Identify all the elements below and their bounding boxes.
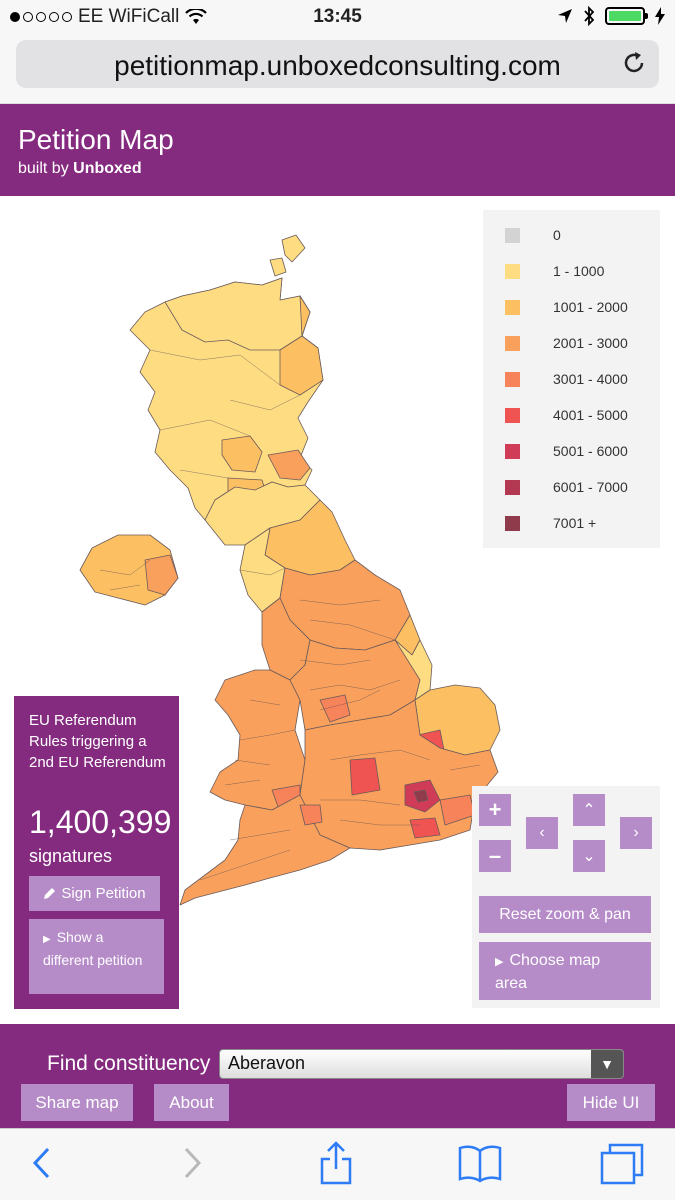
play-triangle-icon: ▶ bbox=[43, 934, 51, 945]
map-region-brighton[interactable] bbox=[409, 817, 441, 839]
browser-chrome: petitionmap.unboxedconsulting.com bbox=[0, 34, 675, 104]
zoom-in-button[interactable]: + bbox=[479, 794, 511, 826]
legend-item: 3001 - 4000 bbox=[505, 369, 628, 389]
petition-title: EU Referendum Rules triggering a 2nd EU … bbox=[29, 712, 166, 771]
legend-label: 6001 - 7000 bbox=[553, 479, 628, 495]
legend-label: 3001 - 4000 bbox=[553, 371, 628, 387]
forward-icon[interactable] bbox=[180, 1145, 204, 1181]
constituency-selected-value: Aberavon bbox=[228, 1053, 306, 1073]
legend-label: 2001 - 3000 bbox=[553, 335, 628, 351]
legend-swatch bbox=[505, 227, 520, 243]
map-region-orkney[interactable] bbox=[269, 257, 287, 277]
pan-left-button[interactable]: ‹ bbox=[526, 817, 558, 849]
sign-petition-label: Sign Petition bbox=[61, 885, 146, 902]
built-by-name[interactable]: Unboxed bbox=[73, 160, 141, 177]
built-by-prefix: built by bbox=[18, 160, 69, 177]
show-different-petition-label: Show a different petition bbox=[43, 929, 143, 968]
legend-swatch bbox=[505, 371, 520, 387]
legend-swatch bbox=[505, 479, 520, 495]
sign-petition-button[interactable]: Sign Petition bbox=[29, 876, 160, 911]
browser-toolbar bbox=[0, 1128, 675, 1200]
about-button[interactable]: About bbox=[154, 1084, 229, 1121]
reset-zoom-button[interactable]: Reset zoom & pan bbox=[479, 896, 651, 933]
play-triangle-icon: ▶ bbox=[495, 956, 504, 968]
map-controls: + – ⌃ ‹ › ⌄ Reset zoom & pan ▶ Choose map… bbox=[472, 786, 660, 1008]
share-map-button[interactable]: Share map bbox=[21, 1084, 133, 1121]
petition-panel: EU Referendum Rules triggering a 2nd EU … bbox=[14, 696, 179, 1009]
minus-icon: – bbox=[488, 843, 502, 868]
back-icon[interactable] bbox=[30, 1145, 54, 1181]
site-header: Petition Map built by Unboxed bbox=[0, 104, 675, 196]
legend-item: 0 bbox=[505, 225, 561, 245]
legend-label: 4001 - 5000 bbox=[553, 407, 628, 423]
status-bar: EE WiFiCall 13:45 bbox=[0, 0, 675, 34]
page-title: Petition Map bbox=[18, 124, 174, 155]
share-icon[interactable] bbox=[318, 1141, 354, 1185]
choose-map-area-button[interactable]: ▶ Choose map area bbox=[479, 942, 651, 1000]
legend-label: 1 - 1000 bbox=[553, 263, 605, 279]
chevron-right-icon: › bbox=[633, 824, 639, 841]
legend-swatch bbox=[505, 443, 520, 459]
location-arrow-icon bbox=[558, 9, 572, 23]
battery-icon bbox=[605, 7, 648, 25]
reload-icon[interactable] bbox=[621, 50, 647, 76]
legend-item: 2001 - 3000 bbox=[505, 333, 628, 353]
pan-up-button[interactable]: ⌃ bbox=[573, 794, 605, 826]
bluetooth-icon bbox=[584, 6, 595, 26]
chevron-left-icon: ‹ bbox=[539, 824, 545, 841]
zoom-out-button[interactable]: – bbox=[479, 840, 511, 872]
legend-label: 7001 + bbox=[553, 515, 597, 531]
legend-label: 1001 - 2000 bbox=[553, 299, 628, 315]
pencil-icon bbox=[44, 888, 56, 899]
built-by: built by Unboxed bbox=[18, 160, 142, 178]
legend-swatch bbox=[505, 515, 520, 531]
signature-count-label: signatures bbox=[29, 846, 113, 866]
map-legend: 0 1 - 1000 1001 - 2000 2001 - 3000 3001 … bbox=[483, 210, 660, 548]
map-region-oxford[interactable] bbox=[349, 757, 381, 796]
charging-icon bbox=[655, 7, 665, 25]
tabs-icon[interactable] bbox=[600, 1143, 644, 1185]
legend-item: 4001 - 5000 bbox=[505, 405, 628, 425]
show-different-petition-button[interactable]: ▶ Show a different petition bbox=[29, 919, 164, 994]
address-bar[interactable]: petitionmap.unboxedconsulting.com bbox=[16, 40, 659, 88]
signature-count: 1,400,399 bbox=[29, 804, 172, 840]
legend-item: 6001 - 7000 bbox=[505, 477, 628, 497]
legend-item: 7001 + bbox=[505, 513, 596, 533]
legend-swatch bbox=[505, 335, 520, 351]
url-text[interactable]: petitionmap.unboxedconsulting.com bbox=[16, 50, 659, 82]
bottom-bar: Find constituency Aberavon ▼ Share map A… bbox=[0, 1024, 675, 1128]
status-right bbox=[557, 6, 665, 26]
legend-label: 0 bbox=[553, 227, 561, 243]
legend-swatch bbox=[505, 407, 520, 423]
chevron-down-icon: ⌄ bbox=[582, 848, 596, 865]
legend-label: 5001 - 6000 bbox=[553, 443, 628, 459]
hide-ui-button[interactable]: Hide UI bbox=[567, 1084, 655, 1121]
find-constituency-label: Find constituency bbox=[47, 1052, 211, 1075]
plus-icon: + bbox=[488, 797, 502, 822]
legend-swatch bbox=[505, 263, 520, 279]
pan-down-button[interactable]: ⌄ bbox=[573, 840, 605, 872]
legend-item: 1 - 1000 bbox=[505, 261, 604, 281]
choose-map-area-label: Choose map area bbox=[495, 952, 601, 992]
legend-item: 5001 - 6000 bbox=[505, 441, 628, 461]
legend-swatch bbox=[505, 299, 520, 315]
chevron-up-icon: ⌃ bbox=[582, 802, 596, 819]
constituency-select[interactable]: Aberavon ▼ bbox=[219, 1049, 624, 1079]
legend-item: 1001 - 2000 bbox=[505, 297, 628, 317]
dropdown-arrow-icon[interactable]: ▼ bbox=[591, 1050, 623, 1078]
pan-right-button[interactable]: › bbox=[620, 817, 652, 849]
map-region-shetland[interactable] bbox=[281, 234, 306, 263]
bookmarks-icon[interactable] bbox=[458, 1143, 502, 1183]
